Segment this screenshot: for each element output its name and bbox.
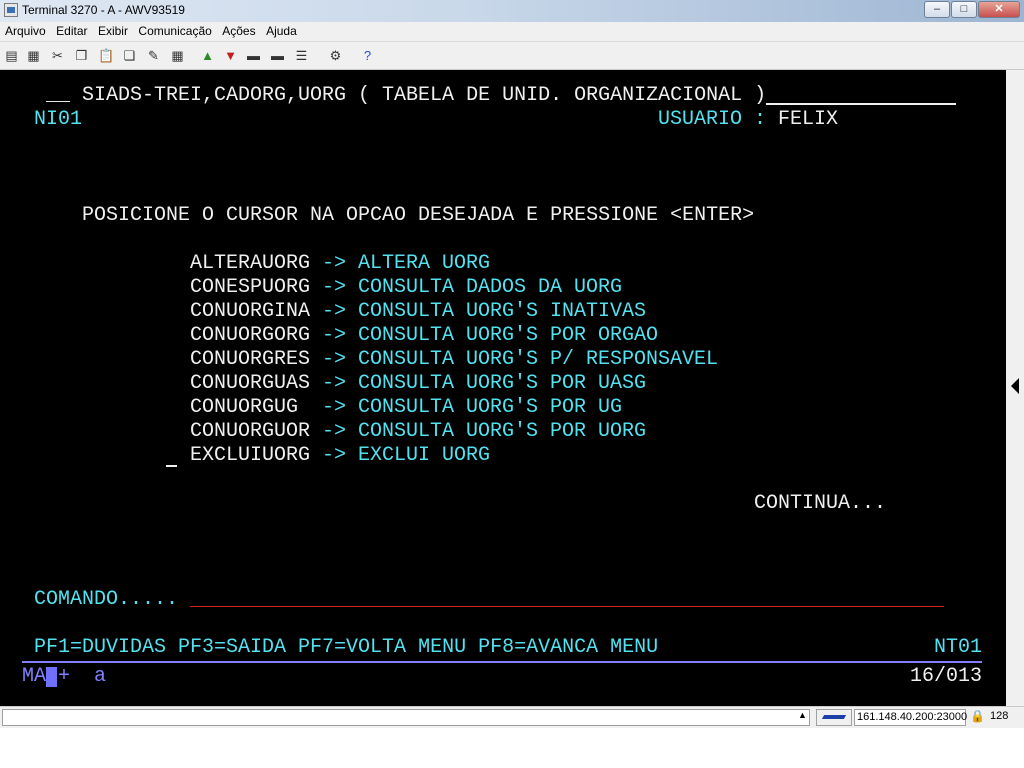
app-icon[interactable] — [4, 3, 18, 17]
lock-icon: 🔒 — [970, 709, 985, 723]
oia-status: MA — [22, 665, 47, 688]
option-desc: CONSULTA UORG'S POR UORG — [358, 420, 647, 443]
option-desc: CONSULTA DADOS DA UORG — [358, 276, 623, 299]
send-file-icon[interactable]: ▲ — [200, 48, 215, 63]
menu-exibir[interactable]: Exibir — [97, 22, 129, 40]
option-desc: CONSULTA UORG'S POR ORGAO — [358, 324, 659, 347]
terminal-screen[interactable]: __ SIADS-TREI,CADORG,UORG ( TABELA DE UN… — [0, 70, 1006, 706]
header-underscore: __ — [46, 84, 71, 107]
window-controls: – □ ✕ — [923, 1, 1020, 19]
user-value: FELIX — [778, 108, 839, 131]
command-input-underline — [190, 606, 944, 607]
option-code[interactable]: CONUORGRES — [190, 349, 310, 371]
option-arrow: -> — [322, 252, 347, 275]
cut-icon[interactable]: ✂ — [50, 48, 65, 63]
copy-icon[interactable]: ❐ — [74, 48, 89, 63]
option-code[interactable]: CONUORGINA — [190, 301, 310, 323]
option-arrow: -> — [322, 420, 347, 443]
option-desc: CONSULTA UORG'S POR UG — [358, 396, 623, 419]
option-arrow: -> — [322, 396, 347, 419]
settings-icon[interactable]: ⚙ — [328, 48, 343, 63]
option-arrow: -> — [322, 372, 347, 395]
toolbar: ▤ ▦ ✂ ❐ 📋 ❏ ✎ ▦ ▲ ▼ ▬ ▬ ☰ ⚙ ? — [0, 42, 1024, 70]
text-cursor — [166, 465, 177, 467]
menu-editar[interactable]: Editar — [55, 22, 88, 40]
cursor-position: 16/013 — [910, 665, 983, 688]
option-desc: ALTERA UORG — [358, 252, 491, 275]
blank-area — [0, 728, 1024, 768]
help-icon[interactable]: ? — [360, 48, 375, 63]
oia-separator — [22, 661, 982, 663]
maximize-button[interactable]: □ — [951, 1, 977, 18]
connection-icon — [816, 709, 852, 726]
screen-id: NI01 — [34, 108, 83, 131]
edit-icon[interactable]: ✎ — [146, 48, 161, 63]
menu-bar: Arquivo Editar Exibir Comunicação Ações … — [0, 22, 1024, 42]
title-bar: Terminal 3270 - A - AWV93519 – □ ✕ — [0, 0, 1024, 22]
option-code[interactable]: CONUORGORG — [190, 325, 310, 347]
option-desc: CONSULTA UORG'S P/ RESPONSAVEL — [358, 348, 719, 371]
macro-icon[interactable]: ☰ — [294, 48, 309, 63]
oia-plus: + — [58, 665, 71, 688]
option-code[interactable]: CONESPUORG — [190, 277, 310, 299]
scroll-up-icon[interactable]: ▲ — [798, 710, 807, 720]
collapse-arrow-icon[interactable] — [1011, 378, 1019, 394]
paste-icon[interactable]: 📋 — [98, 48, 114, 63]
oia-cursor — [46, 667, 57, 687]
menu-acoes[interactable]: Ações — [221, 22, 256, 40]
status-message-field — [2, 709, 810, 726]
screen-header-title: SIADS-TREI,CADORG,UORG ( TABELA DE UNID.… — [82, 84, 767, 107]
option-desc: CONSULTA UORG'S INATIVAS — [358, 300, 647, 323]
window-title: Terminal 3270 - A - AWV93519 — [22, 3, 185, 17]
status-bar: ▲ 161.148.40.200:23000 🔒 128 — [0, 706, 1024, 729]
option-arrow: -> — [322, 276, 347, 299]
menu-comunicacao[interactable]: Comunicação — [137, 22, 212, 40]
close-button[interactable]: ✕ — [978, 1, 1020, 18]
receive-file-icon[interactable]: ▼ — [223, 48, 238, 63]
print-screen-icon[interactable]: ▤ — [4, 48, 19, 63]
option-arrow: -> — [322, 444, 347, 467]
option-code[interactable]: CONUORGUAS — [190, 373, 310, 395]
option-arrow: -> — [322, 324, 347, 347]
menu-arquivo[interactable]: Arquivo — [4, 22, 47, 40]
option-code[interactable]: CONUORGUG — [190, 397, 298, 419]
host-address: 161.148.40.200:23000 — [857, 711, 968, 723]
pf-keys-help: PF1=DUVIDAS PF3=SAIDA PF7=VOLTA MENU PF8… — [34, 636, 659, 659]
option-code[interactable]: EXCLUIUORG — [190, 445, 310, 467]
print-icon[interactable]: ▦ — [26, 48, 41, 63]
option-arrow: -> — [322, 300, 347, 323]
connect-icon[interactable]: ▬ — [270, 48, 285, 63]
option-arrow: -> — [322, 348, 347, 371]
header-rule — [766, 103, 956, 105]
host-address-field: 161.148.40.200:23000 — [854, 709, 968, 726]
option-desc: EXCLUI UORG — [358, 444, 491, 467]
command-label: COMANDO..... — [34, 588, 179, 611]
continua-label: CONTINUA... — [754, 492, 887, 515]
grid-icon[interactable]: ▦ — [170, 48, 185, 63]
option-desc: CONSULTA UORG'S POR UASG — [358, 372, 647, 395]
menu-ajuda[interactable]: Ajuda — [265, 22, 298, 40]
oia-mode: a — [94, 665, 107, 688]
side-panel-toggle[interactable] — [1006, 70, 1024, 706]
option-code[interactable]: CONUORGUOR — [190, 421, 310, 443]
session-number: 128 — [990, 710, 1009, 722]
copy-append-icon[interactable]: ❏ — [122, 48, 137, 63]
disconnect-icon[interactable]: ▬ — [246, 48, 261, 63]
minimize-button[interactable]: – — [924, 1, 950, 18]
screen-code: NT01 — [934, 636, 983, 659]
user-label: USUARIO : — [658, 108, 767, 131]
option-code[interactable]: ALTERAUORG — [190, 253, 310, 275]
instruction-text: POSICIONE O CURSOR NA OPCAO DESEJADA E P… — [82, 204, 755, 227]
